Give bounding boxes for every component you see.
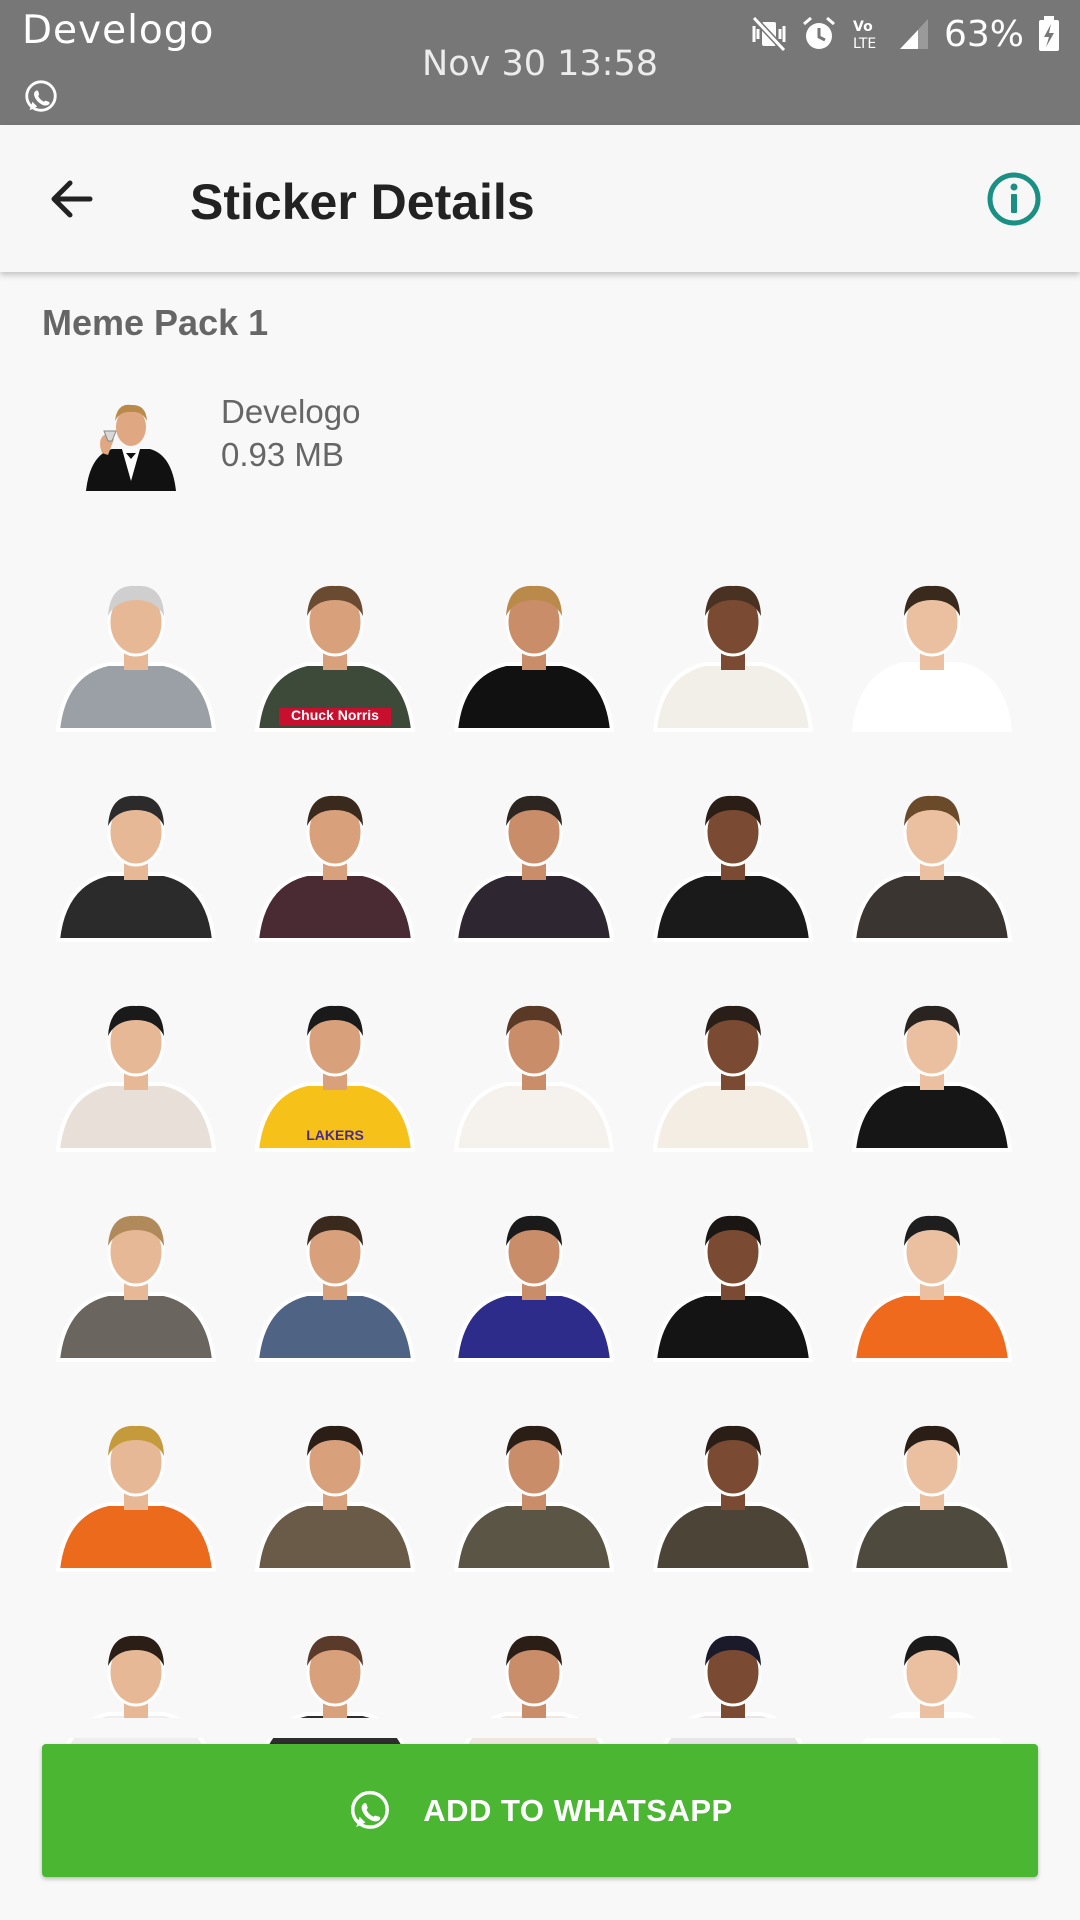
mute-vibrate-icon [751, 16, 787, 52]
sticker-leo-sunglasses[interactable] [846, 570, 1018, 732]
sticker-mr-bean-shocked[interactable] [846, 1410, 1018, 1572]
pack-publisher: Develogo [221, 393, 361, 430]
grid-bottom-edge [0, 1718, 1080, 1738]
sticker-woman-clapping[interactable] [647, 990, 819, 1152]
sticker-ryan-gesture[interactable] [50, 1200, 222, 1362]
sticker-colin-shrug[interactable] [249, 1200, 421, 1362]
sticker-drake-yes[interactable] [846, 1200, 1018, 1362]
page-title: Sticker Details [190, 174, 535, 230]
sticker-leo-toast[interactable] [448, 570, 620, 732]
add-to-whatsapp-label: ADD TO WHATSAPP [423, 1792, 733, 1828]
sticker-drake-no[interactable] [50, 1410, 222, 1572]
sticker-chuck-norris-thumbs-up[interactable]: Chuck Norris [249, 570, 421, 732]
alarm-icon [803, 16, 835, 49]
sticker-mr-bean-standing[interactable] [448, 1410, 620, 1572]
sticker-girl-side-eye[interactable] [448, 1200, 620, 1362]
signal-icon [899, 19, 928, 49]
sticker-label: Chuck Norris [291, 707, 379, 723]
sticker-leo-pointing[interactable] [647, 570, 819, 732]
whatsapp-icon [351, 1790, 390, 1829]
pack-name: Meme Pack 1 [42, 302, 269, 343]
sticker-tom-laughing[interactable] [846, 780, 1018, 942]
sticker-yao-ming-laugh[interactable] [50, 990, 222, 1152]
pack-size: 0.93 MB [221, 436, 344, 473]
sticker-woman-smiling[interactable] [647, 780, 819, 942]
status-icons: Vo LTE 63% [750, 13, 1060, 55]
sticker-man-laughing[interactable] [50, 780, 222, 942]
svg-text:Vo: Vo [853, 19, 873, 35]
sticker-rdj-arms-crossed[interactable] [249, 780, 421, 942]
sticker-mr-bean-wave[interactable] [249, 1410, 421, 1572]
app-bar: Sticker Details [0, 125, 1080, 272]
sticker-lemur[interactable] [50, 570, 222, 732]
pack-tray-icon [86, 404, 176, 491]
arrow-back-icon[interactable] [44, 171, 100, 227]
volte-icon: Vo LTE [853, 19, 876, 52]
info-icon[interactable] [984, 169, 1044, 229]
svg-text:LTE: LTE [853, 36, 876, 52]
sticker-mr-bean-pose[interactable] [647, 1410, 819, 1572]
sticker-tobey-smirk[interactable] [647, 1200, 819, 1362]
sticker-rdj-eye-roll[interactable] [448, 780, 620, 942]
sticker-man-in-suit[interactable] [846, 990, 1018, 1152]
battery-percentage: 63% [943, 13, 1024, 55]
sticker-woman-shrug[interactable] [448, 990, 620, 1152]
sticker-label: LAKERS [306, 1127, 364, 1143]
status-bar: Develogo Nov 30 13:58 Vo LTE 63% [0, 0, 1080, 125]
sticker-kobe-shrug[interactable]: LAKERS [249, 990, 421, 1152]
add-to-whatsapp-button[interactable]: ADD TO WHATSAPP [42, 1744, 1038, 1877]
battery-charging-icon [1039, 16, 1059, 51]
